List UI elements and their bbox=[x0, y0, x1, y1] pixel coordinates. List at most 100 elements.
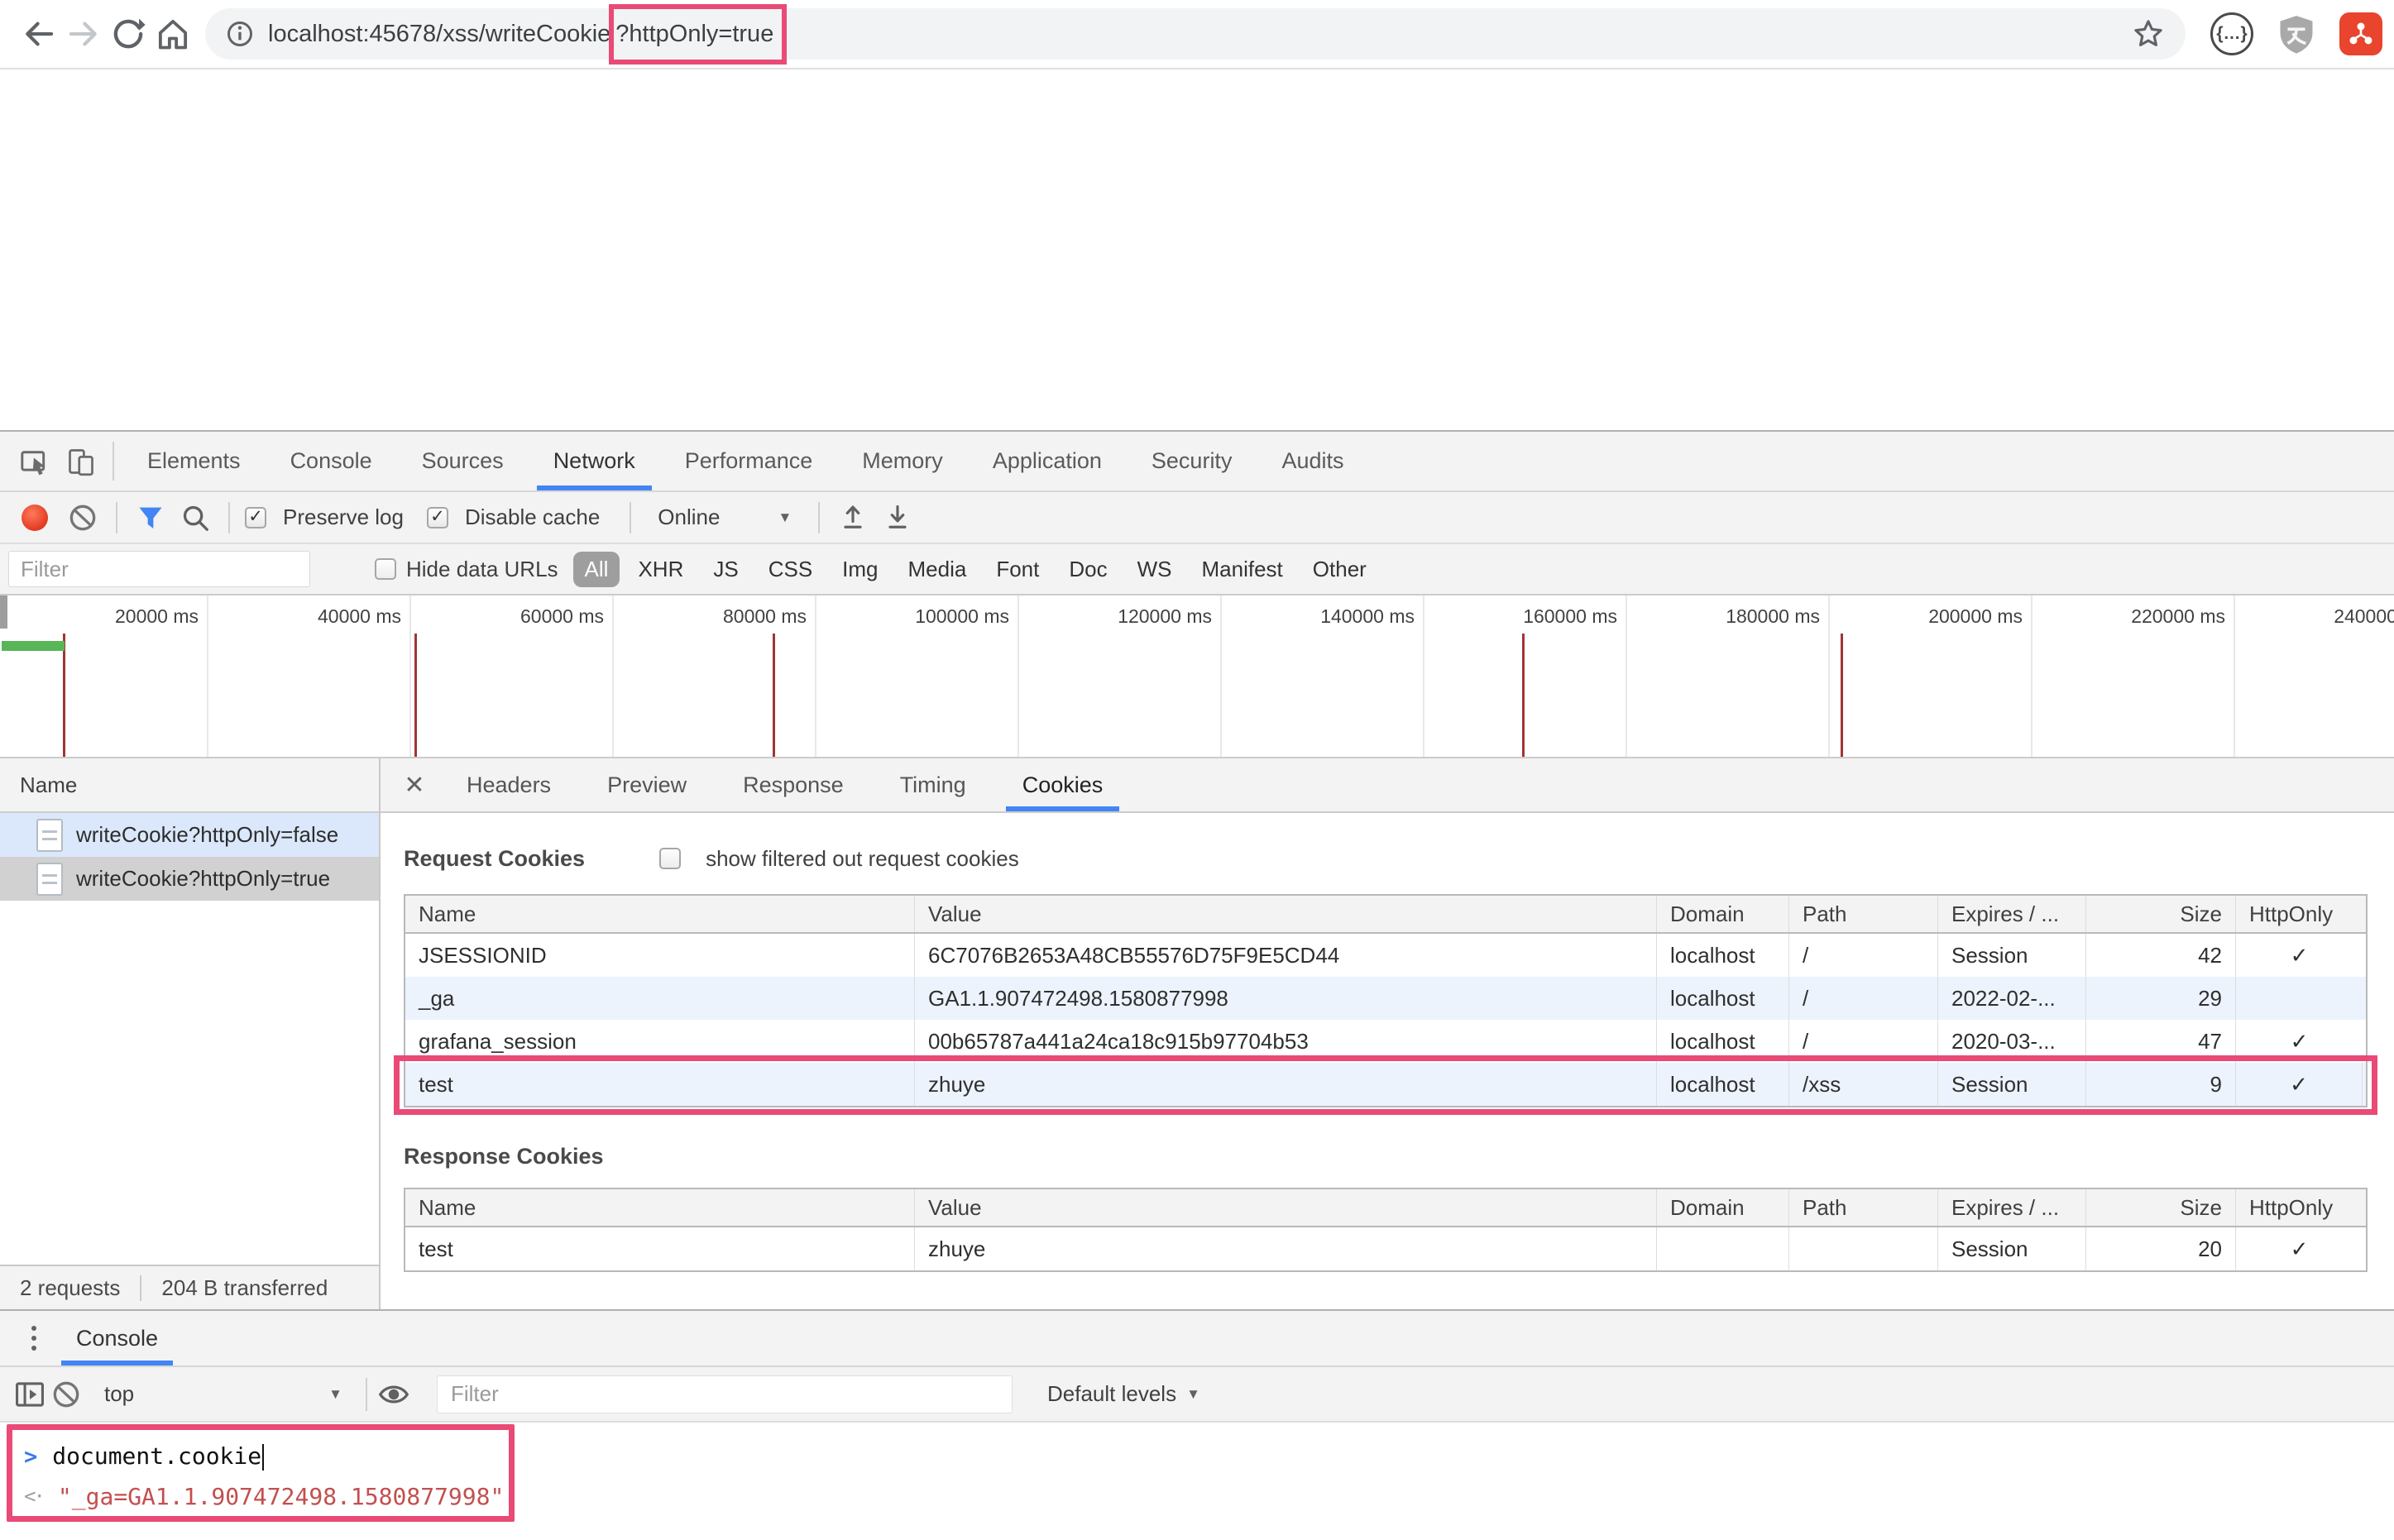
live-expression-eye-icon[interactable] bbox=[376, 1376, 412, 1413]
cookie-value-cell: GA1.1.907472498.1580877998 bbox=[915, 977, 1657, 1020]
tab-performance[interactable]: Performance bbox=[660, 432, 838, 490]
chip-doc[interactable]: Doc bbox=[1057, 552, 1118, 587]
device-toolbar-icon[interactable] bbox=[58, 432, 104, 490]
console-output[interactable]: > document.cookie <· "_ga=GA1.1.90747249… bbox=[0, 1423, 2394, 1538]
execution-context-select[interactable]: top ▼ bbox=[84, 1381, 357, 1407]
tab-audits[interactable]: Audits bbox=[1257, 432, 1368, 490]
column-header[interactable]: Value bbox=[915, 1189, 1657, 1226]
tab-console[interactable]: Console bbox=[266, 432, 397, 490]
timeline-tick-label: 40000 ms bbox=[317, 605, 401, 627]
shield-extension-icon[interactable] bbox=[2275, 12, 2318, 55]
chip-xhr[interactable]: XHR bbox=[626, 552, 695, 587]
forward-button[interactable] bbox=[61, 12, 106, 56]
cookie-row[interactable]: test zhuye localhost/xss Session 9 ✓ bbox=[394, 1055, 2377, 1115]
inspect-element-icon[interactable] bbox=[12, 432, 58, 490]
details-tab-response[interactable]: Response bbox=[715, 758, 872, 811]
preserve-log-checkbox[interactable]: ✓ bbox=[245, 506, 266, 528]
disable-cache-label: Disable cache bbox=[464, 505, 601, 529]
page-info-icon[interactable] bbox=[225, 19, 255, 49]
column-header[interactable]: HttpOnly bbox=[2236, 1189, 2363, 1226]
column-header[interactable]: Name bbox=[405, 1189, 915, 1226]
column-header[interactable]: Expires / ... bbox=[1938, 1189, 2086, 1226]
tab-elements[interactable]: Elements bbox=[122, 432, 266, 490]
log-levels-select[interactable]: Default levels ▼ bbox=[1047, 1381, 1200, 1407]
search-icon[interactable] bbox=[177, 500, 213, 536]
chip-all[interactable]: All bbox=[572, 551, 620, 587]
tab-security[interactable]: Security bbox=[1127, 432, 1257, 490]
column-header[interactable]: Expires / ... bbox=[1938, 896, 2086, 932]
tab-network[interactable]: Network bbox=[529, 432, 660, 490]
column-header[interactable]: Domain bbox=[1657, 1189, 1789, 1226]
network-overview-timeline[interactable]: 20000 ms 40000 ms 60000 ms 80000 ms 100000 m… bbox=[0, 595, 2394, 758]
cookie-row[interactable]: JSESSIONID 6C7076B2653A48CB55576D75F9E5CD… bbox=[405, 934, 2366, 977]
chip-media[interactable]: Media bbox=[897, 552, 979, 587]
timeline-handle[interactable] bbox=[0, 595, 7, 629]
cookie-row[interactable]: grafana_session 00b65787a441a24ca18c915b9… bbox=[405, 1020, 2366, 1063]
chip-js[interactable]: JS bbox=[701, 552, 749, 587]
cookie-size-cell: 42 bbox=[2086, 934, 2236, 977]
cookie-size-cell: 20 bbox=[2086, 1227, 2236, 1270]
back-button[interactable] bbox=[17, 12, 61, 56]
tab-memory[interactable]: Memory bbox=[837, 432, 968, 490]
overflow-menu-icon[interactable] bbox=[15, 1311, 53, 1365]
request-row[interactable]: writeCookie?httpOnly=false bbox=[0, 813, 379, 857]
cookie-domain-cell: localhost bbox=[1657, 934, 1789, 977]
chip-other[interactable]: Other bbox=[1301, 552, 1378, 587]
details-tab-timing[interactable]: Timing bbox=[872, 758, 994, 811]
home-button[interactable] bbox=[151, 12, 195, 56]
details-tab-cookies[interactable]: Cookies bbox=[994, 758, 1132, 811]
show-filtered-cookies-checkbox[interactable] bbox=[659, 848, 682, 869]
tab-sources[interactable]: Sources bbox=[397, 432, 529, 490]
chip-manifest[interactable]: Manifest bbox=[1190, 552, 1295, 587]
column-header[interactable]: Size bbox=[2086, 896, 2236, 932]
reload-button[interactable] bbox=[106, 12, 151, 56]
timeline-gridline bbox=[2234, 595, 2235, 757]
column-header[interactable]: Name bbox=[405, 896, 915, 932]
record-button[interactable] bbox=[22, 504, 48, 531]
network-filter-input[interactable] bbox=[8, 551, 310, 587]
column-header[interactable]: Size bbox=[2086, 1189, 2236, 1226]
chip-css[interactable]: CSS bbox=[757, 552, 824, 587]
column-header[interactable]: Path bbox=[1789, 896, 1938, 932]
cookie-httponly-cell: ✓ bbox=[2290, 942, 2309, 968]
column-header[interactable]: Value bbox=[915, 896, 1657, 932]
console-input-line[interactable]: > document.cookie bbox=[12, 1437, 509, 1476]
column-header[interactable]: Path bbox=[1789, 1189, 1938, 1226]
chip-ws[interactable]: WS bbox=[1126, 552, 1184, 587]
details-tab-preview[interactable]: Preview bbox=[579, 758, 715, 811]
column-header[interactable]: HttpOnly bbox=[2236, 896, 2363, 932]
braces-extension-icon[interactable]: {…} bbox=[2210, 12, 2253, 55]
request-row[interactable]: writeCookie?httpOnly=true bbox=[0, 857, 379, 901]
request-count: 2 requests bbox=[20, 1275, 121, 1300]
bookmark-star-icon[interactable] bbox=[2131, 17, 2166, 51]
chip-img[interactable]: Img bbox=[831, 552, 889, 587]
clear-console-icon[interactable] bbox=[48, 1376, 84, 1413]
clear-button[interactable] bbox=[65, 500, 101, 536]
cookie-row[interactable]: test zhuye Session 20 ✓ bbox=[405, 1227, 2366, 1270]
timeline-gridline bbox=[1220, 595, 1222, 757]
close-icon[interactable]: ✕ bbox=[390, 758, 438, 811]
import-har-icon[interactable] bbox=[835, 500, 871, 536]
table-header-row: Name Value Domain Path Expires / ... Size Http… bbox=[405, 896, 2366, 934]
console-filter-input[interactable] bbox=[437, 1375, 1013, 1413]
address-bar[interactable]: localhost:45678/xss/writeCookie ?httpOnly… bbox=[205, 3, 2186, 65]
console-sidebar-icon[interactable] bbox=[12, 1376, 48, 1413]
cookie-expires-cell: Session bbox=[1938, 934, 2086, 977]
tab-application[interactable]: Application bbox=[968, 432, 1127, 490]
column-header[interactable]: Domain bbox=[1657, 896, 1789, 932]
hide-data-urls-checkbox[interactable] bbox=[375, 558, 396, 580]
throttling-select[interactable]: Online ▼ bbox=[646, 505, 803, 530]
cookie-expires-cell: Session bbox=[1938, 1227, 2086, 1270]
filter-icon[interactable] bbox=[132, 500, 169, 536]
timeline-gridline bbox=[1017, 595, 1019, 757]
details-tab-headers[interactable]: Headers bbox=[438, 758, 579, 811]
disable-cache-checkbox[interactable]: ✓ bbox=[426, 506, 448, 528]
red-extension-icon[interactable] bbox=[2339, 12, 2382, 55]
cookie-row[interactable]: _ga GA1.1.907472498.1580877998 localhost/2… bbox=[405, 977, 2366, 1020]
timeline-tick-label: 140000 ms bbox=[1320, 605, 1415, 627]
export-har-icon[interactable] bbox=[879, 500, 916, 536]
chip-font[interactable]: Font bbox=[984, 552, 1051, 587]
request-list-header[interactable]: Name bbox=[0, 758, 379, 813]
cookie-path-cell: /xss bbox=[1789, 1063, 1938, 1106]
drawer-tab-console[interactable]: Console bbox=[53, 1311, 181, 1365]
